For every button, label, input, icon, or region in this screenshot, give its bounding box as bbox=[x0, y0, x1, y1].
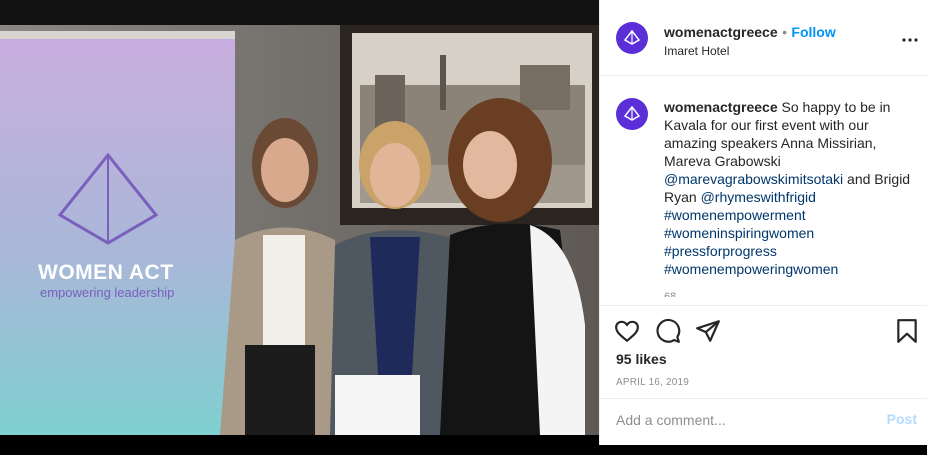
hashtag-link[interactable]: #pressforprogress bbox=[664, 243, 777, 259]
comment-bar: Post bbox=[600, 398, 927, 445]
hashtag-link[interactable]: #womeninspiringwomen bbox=[664, 225, 814, 241]
banner-title: WOMEN ACT bbox=[38, 261, 174, 284]
heart-icon[interactable] bbox=[614, 319, 640, 343]
post-date[interactable]: APRIL 16, 2019 bbox=[616, 377, 689, 388]
banner-tagline: empowering leadership bbox=[40, 285, 175, 300]
mention-link[interactable]: @rhymeswithfrigid bbox=[701, 189, 816, 205]
post-side-panel: womenactgreece • Follow Imaret Hotel wom… bbox=[599, 0, 927, 445]
comment-input[interactable] bbox=[616, 410, 866, 430]
brand-diamond-icon bbox=[623, 105, 641, 121]
post-photo[interactable]: WOMEN ACT empowering leadership bbox=[0, 25, 599, 435]
post-location[interactable]: Imaret Hotel bbox=[664, 44, 729, 58]
comment-icon[interactable] bbox=[655, 318, 681, 344]
bottom-strip bbox=[0, 435, 599, 445]
mention-link[interactable]: @marevagrabowskimitsotaki bbox=[664, 171, 843, 187]
top-strip bbox=[0, 0, 599, 25]
caption-text: womenactgreece So happy to be in Kavala … bbox=[664, 98, 916, 297]
post-comment-button[interactable]: Post bbox=[887, 411, 917, 427]
follow-separator: • bbox=[782, 24, 787, 40]
bookmark-icon[interactable] bbox=[896, 318, 918, 344]
more-horizontal-icon[interactable] bbox=[902, 38, 918, 42]
hashtag-link[interactable]: #womenempowerment bbox=[664, 207, 806, 223]
avatar[interactable] bbox=[616, 22, 648, 54]
follow-button[interactable]: Follow bbox=[791, 24, 835, 40]
caption-username[interactable]: womenactgreece bbox=[664, 99, 778, 115]
caption-more[interactable]: 68... bbox=[664, 288, 916, 297]
caption-avatar[interactable] bbox=[616, 98, 648, 130]
brand-diamond-icon bbox=[623, 29, 641, 45]
likes-count[interactable]: 95 likes bbox=[616, 351, 667, 367]
post-photo-illustration bbox=[0, 25, 599, 435]
post-header: womenactgreece • Follow Imaret Hotel bbox=[600, 0, 927, 76]
share-icon[interactable] bbox=[695, 319, 721, 343]
hashtag-link[interactable]: #womenempoweringwomen bbox=[664, 261, 838, 277]
header-username[interactable]: womenactgreece bbox=[664, 24, 778, 40]
